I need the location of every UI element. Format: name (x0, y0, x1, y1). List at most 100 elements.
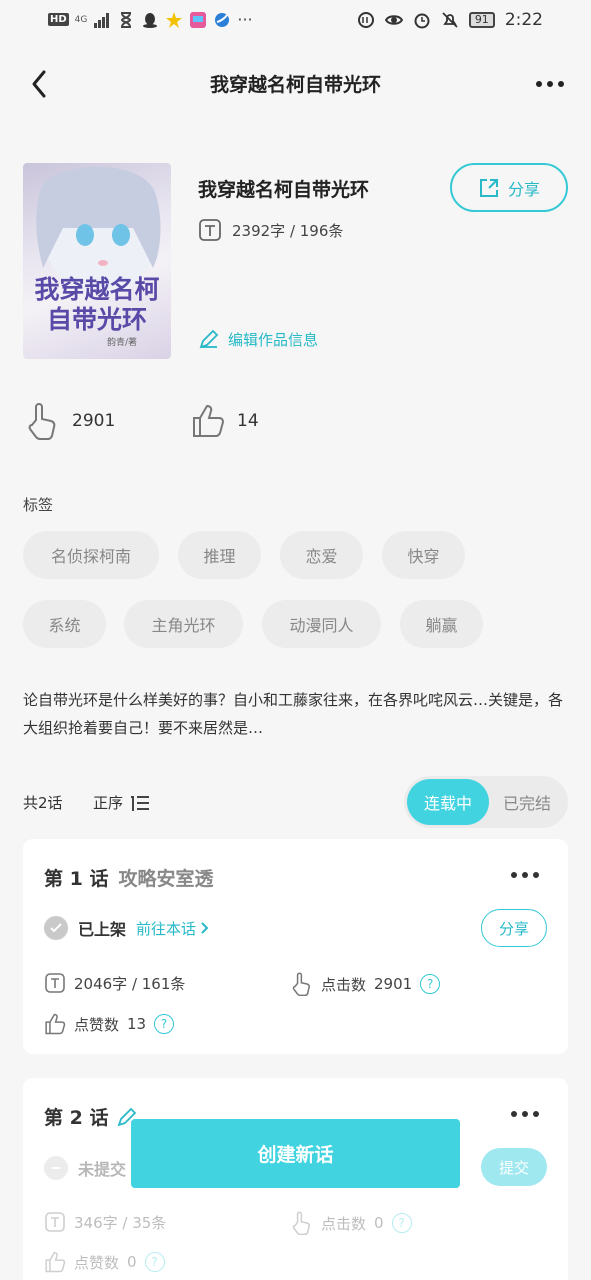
qq-icon (143, 12, 158, 28)
episode-status-row: 未提交 (44, 1156, 126, 1180)
thumbs-up-icon (193, 404, 225, 437)
tag-chip[interactable]: 动漫同人 (262, 600, 381, 648)
help-icon[interactable]: ? (144, 1252, 165, 1272)
battery-level: 91 (468, 12, 495, 28)
episode-subtitle: 攻略安室透 (118, 868, 214, 890)
episode-submit-button[interactable]: 提交 (481, 1148, 547, 1186)
episode-likes-value: 13 (127, 1015, 147, 1033)
episode-word-count: 2046字 / 161条 (44, 972, 185, 994)
tag-chip[interactable]: 推理 (178, 531, 261, 579)
text-count-icon (199, 219, 221, 241)
status-bar: HD 4G ··· 91 2:22 (0, 0, 591, 44)
thumbs-up-icon (45, 1251, 66, 1273)
chevron-right-icon (201, 922, 209, 934)
segment-finished[interactable]: 已完结 (489, 779, 565, 825)
episode-card[interactable]: 第 1 话攻略安室透 已上架 前往本话 分享 2046字 / 161条 点击数 … (23, 839, 568, 1054)
episode-clicks: 点击数 0 ? (291, 1211, 412, 1235)
episode-likes-label: 点赞数 (74, 1015, 120, 1034)
episode-likes-value: 0 (127, 1253, 137, 1271)
click-hand-icon (292, 972, 310, 996)
tag-chip[interactable]: 主角光环 (124, 600, 243, 648)
more-notifications-icon: ··· (237, 10, 253, 29)
episode-status-row: 已上架 前往本话 (44, 916, 210, 940)
book-word-count: 2392字 / 196条 (232, 221, 344, 240)
share-icon (479, 178, 498, 197)
sort-order-toggle[interactable]: 正序 (93, 792, 151, 813)
sort-order-label: 正序 (93, 794, 124, 812)
book-clicks-stat: 2901 (26, 402, 115, 440)
sort-icon (131, 795, 150, 811)
clock: 2:22 (504, 10, 543, 30)
page-title: 我穿越名柯自带光环 (209, 74, 381, 96)
signal-icon (94, 12, 110, 28)
episode-words: 346字 / 35条 (74, 1213, 167, 1232)
edit-book-info-label: 编辑作品信息 (228, 330, 319, 349)
mute-bell-icon (442, 12, 458, 28)
tag-chip[interactable]: 名侦探柯南 (23, 531, 159, 579)
text-count-icon (45, 1212, 65, 1232)
episode-clicks-label: 点击数 (321, 1214, 367, 1233)
episode-status: 已上架 (78, 920, 127, 939)
book-likes: 14 (237, 411, 259, 431)
click-hand-icon (28, 403, 56, 440)
book-likes-stat: 14 (191, 402, 259, 440)
help-icon[interactable]: ? (391, 1213, 412, 1233)
cover-author: 韵青/著 (107, 338, 138, 348)
cover-title: 我穿越名柯自带光环 (34, 275, 160, 334)
thumbs-up-icon (45, 1013, 66, 1035)
episode-word-count: 346字 / 35条 (44, 1211, 166, 1233)
share-book-label: 分享 (507, 179, 540, 199)
tag-chip[interactable]: 躺赢 (400, 600, 483, 648)
episode-number: 第 2 话 (44, 1107, 109, 1129)
book-cover[interactable]: 我穿越名柯自带光环 韵青/著 (23, 163, 171, 359)
star-app-icon (166, 11, 183, 28)
browser-icon (215, 12, 230, 27)
create-episode-button[interactable]: 创建新话 (131, 1119, 460, 1188)
pending-circle-icon (44, 1156, 68, 1180)
episode-more-icon[interactable] (510, 1109, 540, 1119)
episode-title: 第 1 话攻略安室透 (44, 864, 213, 891)
tags-label: 标签 (23, 496, 54, 514)
episode-clicks-label: 点击数 (321, 975, 367, 994)
share-book-button[interactable]: 分享 (450, 163, 568, 212)
goto-episode-label: 前往本话 (136, 919, 197, 938)
episode-clicks-value: 0 (374, 1214, 384, 1232)
episode-words: 2046字 / 161条 (74, 974, 186, 993)
alarm-icon (414, 13, 430, 29)
episode-likes: 点赞数 0 ? (44, 1250, 165, 1274)
hourglass-icon (121, 11, 132, 28)
episode-share-button[interactable]: 分享 (481, 909, 547, 947)
network-type: HD (48, 13, 69, 26)
data-saver-icon (357, 12, 374, 28)
help-icon[interactable]: ? (154, 1014, 175, 1034)
edit-pencil-icon (199, 329, 219, 349)
more-icon[interactable] (535, 72, 565, 96)
edit-book-info-link[interactable]: 编辑作品信息 (198, 328, 318, 350)
click-hand-icon (292, 1211, 310, 1235)
segment-ongoing[interactable]: 连载中 (407, 779, 489, 825)
book-title: 我穿越名柯自带光环 (198, 179, 370, 201)
help-icon[interactable]: ? (420, 974, 441, 994)
book-description[interactable]: 论自带光环是什么样美好的事？自小和工藤家往来，在各界叱咤风云…关键是，各大组织抢… (23, 686, 568, 742)
status-segment: 连载中 已完结 (404, 776, 568, 828)
episode-number: 第 1 话 (44, 868, 109, 890)
tag-chip[interactable]: 系统 (23, 600, 106, 648)
tag-chip[interactable]: 快穿 (382, 531, 465, 579)
eye-icon (384, 15, 403, 25)
episode-title: 第 2 话 (44, 1103, 138, 1130)
tag-chip[interactable]: 恋爱 (280, 531, 363, 579)
episode-more-icon[interactable] (510, 870, 540, 880)
episode-likes-label: 点赞数 (74, 1253, 120, 1272)
episode-count: 共2话 (23, 794, 63, 812)
app-icon (190, 11, 207, 28)
check-circle-icon (44, 916, 68, 940)
signal-label: 4G (74, 14, 88, 25)
book-meta: 2392字 / 196条 (198, 218, 343, 242)
episode-clicks-value: 2901 (374, 975, 413, 993)
episode-likes: 点赞数 13 ? (44, 1012, 175, 1036)
episode-clicks: 点击数 2901 ? (291, 972, 441, 996)
goto-episode-link[interactable]: 前往本话 (136, 918, 210, 939)
text-count-icon (45, 973, 65, 993)
episode-status: 未提交 (78, 1160, 127, 1179)
book-clicks: 2901 (72, 411, 116, 431)
